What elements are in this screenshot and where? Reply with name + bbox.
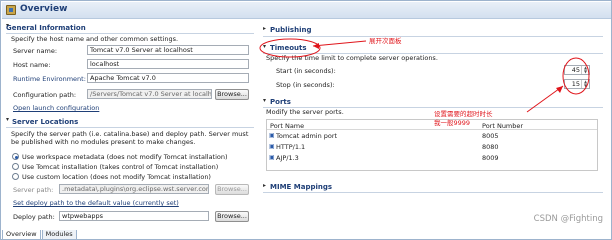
- ports-section-title[interactable]: Ports: [270, 98, 291, 106]
- radio-workspace-metadata-label[interactable]: Use workspace metadata (does not modify …: [22, 153, 228, 161]
- expand-icon[interactable]: ▸: [263, 25, 266, 32]
- port-icon: ▣: [269, 132, 275, 139]
- table-row-name[interactable]: Tomcat admin port: [276, 132, 337, 140]
- deploy-path-browse-button[interactable]: Browse...: [215, 211, 249, 222]
- config-browse-button[interactable]: Browse...: [215, 89, 249, 100]
- editor-tabs: Overview Modules: [2, 230, 78, 240]
- expand-annotation: 展开次面板: [369, 37, 402, 45]
- editor-header: Overview: [2, 2, 611, 19]
- expand-icon[interactable]: ▸: [263, 182, 266, 189]
- server-editor: Overview ▾ General Information Specify t…: [0, 0, 612, 240]
- collapse-icon[interactable]: ▾: [263, 43, 266, 50]
- locations-section-title[interactable]: Server Locations: [12, 118, 78, 126]
- table-row-number[interactable]: 8005: [482, 132, 499, 140]
- timeouts-description: Specify the time limit to complete serve…: [266, 54, 438, 62]
- publishing-section-title[interactable]: Publishing: [270, 26, 311, 34]
- table-row-number[interactable]: 8009: [482, 154, 499, 162]
- collapse-icon[interactable]: ▾: [263, 97, 266, 104]
- runtime-select[interactable]: Apache Tomcat v7.0: [87, 73, 249, 83]
- expand-arrow-line: [312, 40, 367, 47]
- general-section-title[interactable]: General Information: [6, 24, 86, 32]
- section-divider: [263, 36, 603, 37]
- spinner-arrows[interactable]: ▲ ▼: [581, 66, 589, 74]
- open-launch-config-link[interactable]: Open launch configuration: [13, 104, 99, 112]
- port-icon: ▣: [269, 154, 275, 161]
- set-default-deploy-path-link[interactable]: Set deploy path to the default value (cu…: [13, 199, 179, 207]
- deploy-path-input[interactable]: wtpwebapps: [59, 211, 209, 221]
- deploy-path-label: Deploy path:: [13, 213, 55, 221]
- radio-tomcat-installation[interactable]: [12, 163, 19, 170]
- locations-description: Specify the server path (i.e. catalina.b…: [11, 130, 249, 146]
- host-name-input[interactable]: localhost: [87, 59, 249, 69]
- start-timeout-label: Start (in seconds):: [276, 67, 336, 75]
- spinner-arrows[interactable]: ▲ ▼: [581, 80, 589, 88]
- server-name-input[interactable]: Tomcat v7.0 Server at localhost: [87, 45, 249, 55]
- start-timeout-spinner[interactable]: 45 ▲ ▼: [564, 65, 590, 75]
- server-icon: [6, 5, 16, 15]
- spin-down-icon[interactable]: ▼: [582, 70, 589, 74]
- ports-table: [266, 119, 598, 171]
- table-row-number[interactable]: 8080: [482, 143, 499, 151]
- timeout-arrow-line: [526, 85, 564, 113]
- config-path-input[interactable]: /Servers/Tomcat v7.0 Server at localhos: [87, 89, 212, 99]
- table-row-name[interactable]: HTTP/1.1: [276, 143, 305, 151]
- server-path-input[interactable]: .metadata\.plugins\org.eclipse.wst.serve…: [59, 184, 209, 194]
- table-header-divider: [267, 129, 597, 130]
- stop-timeout-spinner[interactable]: 15 ▲ ▼: [564, 79, 590, 89]
- tab-overview[interactable]: Overview: [2, 230, 41, 240]
- table-row-name[interactable]: AJP/1.3: [276, 154, 299, 162]
- port-icon: ▣: [269, 143, 275, 150]
- server-name-label: Server name:: [13, 47, 58, 55]
- runtime-label[interactable]: Runtime Environment:: [13, 75, 86, 83]
- general-description: Specify the host name and other common s…: [11, 35, 179, 43]
- section-divider: [6, 127, 254, 128]
- timeout-annotation-line2: 我一般9999: [434, 119, 471, 127]
- page-title: Overview: [20, 4, 68, 14]
- config-path-label: Configuration path:: [13, 91, 77, 99]
- start-timeout-value[interactable]: 45: [572, 66, 580, 74]
- stop-timeout-label: Stop (in seconds):: [276, 81, 335, 89]
- expand-arrow-head: [313, 43, 319, 49]
- radio-custom-location-label[interactable]: Use custom location (does not modify Tom…: [22, 173, 211, 181]
- host-name-label: Host name:: [13, 61, 51, 69]
- tab-modules[interactable]: Modules: [41, 230, 77, 240]
- timeout-arrow-head: [556, 86, 563, 93]
- radio-workspace-metadata[interactable]: [12, 153, 19, 160]
- stop-timeout-value[interactable]: 15: [572, 80, 580, 88]
- server-path-browse-button[interactable]: Browse...: [215, 184, 249, 195]
- section-divider: [6, 33, 254, 34]
- server-path-label: Server path:: [13, 186, 54, 194]
- radio-custom-location[interactable]: [12, 173, 19, 180]
- radio-tomcat-installation-label[interactable]: Use Tomcat installation (takes control o…: [22, 163, 218, 171]
- ports-description: Modify the server ports.: [266, 108, 344, 116]
- watermark: CSDN @Fighting: [533, 214, 603, 224]
- timeouts-section-title[interactable]: Timeouts: [270, 44, 307, 52]
- timeout-annotation-line1: 设置需要的超时时长: [434, 110, 493, 118]
- spin-down-icon[interactable]: ▼: [582, 84, 589, 88]
- section-divider: [263, 192, 603, 193]
- mime-section-title[interactable]: MIME Mappings: [270, 183, 332, 191]
- collapse-icon[interactable]: ▾: [6, 116, 9, 123]
